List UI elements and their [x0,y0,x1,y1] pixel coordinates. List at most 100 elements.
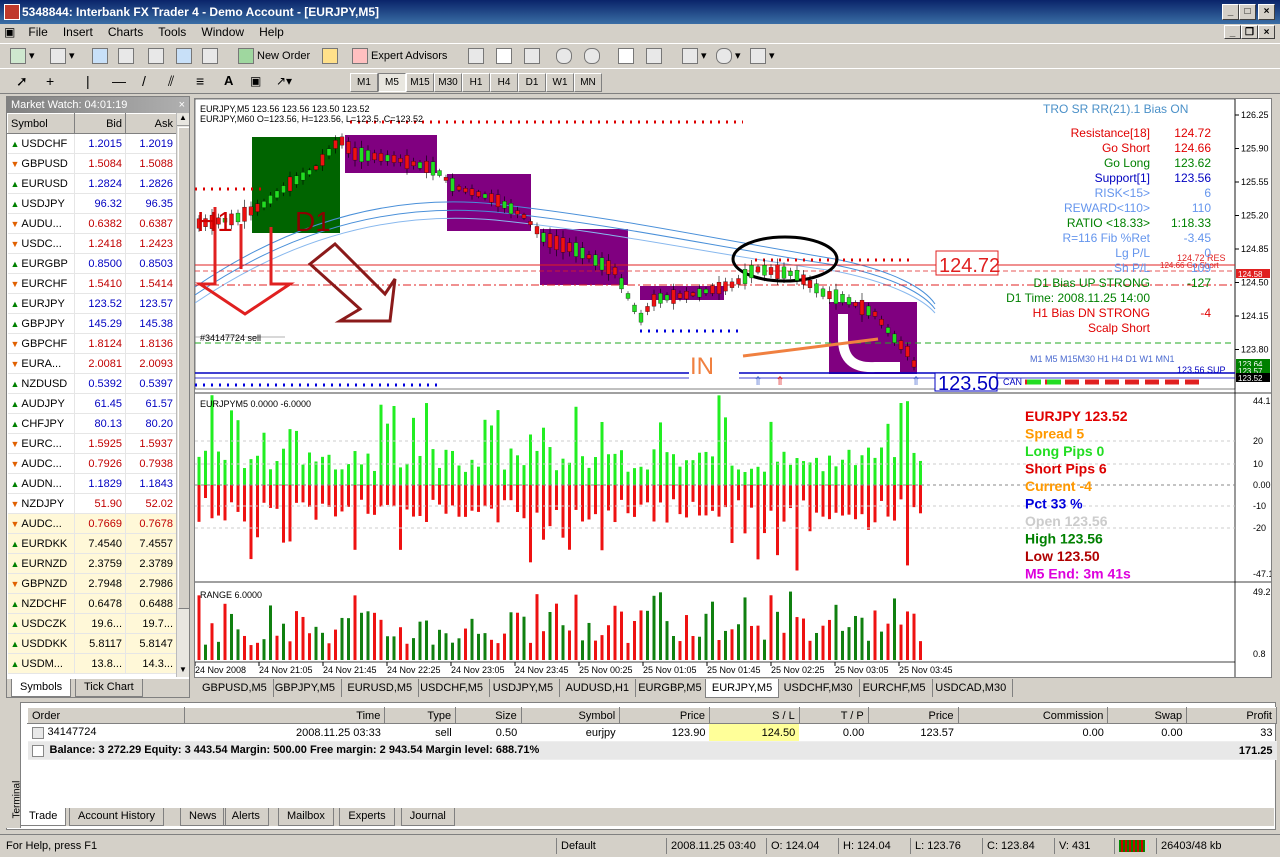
text-label-icon[interactable]: ▣ [250,73,261,89]
market-watch-icon[interactable] [92,48,111,65]
channel-icon[interactable]: ⫽ [168,73,174,89]
terminal-tab[interactable]: News [180,808,226,826]
expert-advisors-button[interactable]: Expert Advisors [352,48,447,65]
fibonacci-icon[interactable]: ≡ [196,73,204,89]
terminal-tab[interactable]: Mailbox [278,808,334,826]
order-row[interactable]: 34147724 2008.11.25 03:33 sell 0.50 eurj… [27,723,1277,742]
arrows-icon[interactable]: ↗▾ [276,73,292,89]
templates-icon[interactable]: ▾ [750,48,775,65]
market-watch-row[interactable]: ▲ NZDUSD 0.5392 0.5397 [7,373,177,394]
orders-col-header[interactable]: Price [619,707,710,724]
market-watch-row[interactable]: ▲ NZDCHF 0.6478 0.6488 [7,593,177,614]
market-watch-row[interactable]: ▲ CHFJPY 80.13 80.20 [7,413,177,434]
close-icon[interactable]: × [179,97,185,113]
market-watch-row[interactable]: ▲ AUDJPY 61.45 61.57 [7,393,177,414]
terminal-tab[interactable]: Journal [400,808,455,826]
market-watch-row[interactable]: ▲ USDCZK 19.6... 19.7... [7,613,177,634]
data-window-icon[interactable] [118,48,137,65]
chart-tab[interactable]: EURGBP,M5 [632,679,709,697]
market-watch-row[interactable]: ▲ EURDKK 7.4540 7.4557 [7,533,177,554]
chart-tab[interactable]: GBPJPY,M5 [269,679,343,697]
new-order-button[interactable]: New Order [238,48,310,65]
menu-icon[interactable]: ▣ [0,24,19,40]
order-tp[interactable]: 0.00 [799,723,869,742]
market-watch-row[interactable]: ▼ AUDC... 0.7926 0.7938 [7,453,177,474]
tf-m15[interactable]: M15 [406,73,434,92]
market-watch-row[interactable]: ▼ EURC... 1.5925 1.5937 [7,433,177,454]
menu-insert[interactable]: Insert [57,24,99,40]
orders-col-header[interactable]: Type [384,707,457,724]
terminal-tab[interactable]: Alerts [222,808,269,826]
tf-m30[interactable]: M30 [434,73,462,92]
tf-d1[interactable]: D1 [518,73,546,92]
order-sl[interactable]: 124.50 [709,723,800,742]
crosshair-icon[interactable]: + [46,73,54,89]
market-watch-row[interactable]: ▼ USDC... 1.2418 1.2423 [7,233,177,254]
child-restore-button[interactable]: ❐ [1241,25,1258,39]
tf-m1[interactable]: M1 [350,73,378,92]
orders-col-header[interactable]: Profit [1186,707,1277,724]
scroll-thumb[interactable] [178,127,189,609]
market-watch-row[interactable]: ▲ EURNZD 2.3759 2.3789 [7,553,177,574]
market-watch-row[interactable]: ▼ EURCHF 1.5410 1.5414 [7,273,177,294]
market-watch-row[interactable]: ▼ NZDJPY 51.90 52.02 [7,493,177,514]
candlestick-icon[interactable] [496,48,515,65]
orders-col-header[interactable]: Price [867,707,959,724]
tf-h1[interactable]: H1 [462,73,490,92]
scrollbar[interactable]: ▲ ▼ [176,113,189,677]
scroll-up-icon[interactable]: ▲ [177,113,189,126]
market-watch-row[interactable]: ▲ EURJPY 123.52 123.57 [7,293,177,314]
tester-icon[interactable] [202,48,221,65]
new-chart-icon[interactable]: ▾ [10,48,35,65]
maximize-button[interactable]: □ [1239,4,1256,20]
profiles-icon[interactable]: ▾ [50,48,75,65]
menu-file[interactable]: File [22,24,53,40]
market-watch-row[interactable]: ▲ GBPJPY 145.29 145.38 [7,313,177,334]
vertical-line-icon[interactable]: | [86,73,90,89]
periods-icon[interactable]: ▾ [716,48,741,65]
orders-col-header[interactable]: Order [26,707,186,724]
market-watch-row[interactable]: ▼ EURA... 2.0081 2.0093 [7,353,177,374]
trendline-icon[interactable]: / [142,73,146,89]
orders-col-header[interactable]: Commission [957,707,1109,724]
market-watch-row[interactable]: ▲ AUDN... 1.1829 1.1843 [7,473,177,494]
orders-col-header[interactable]: Time [184,707,386,724]
tf-mn[interactable]: MN [574,73,602,92]
tab-tick-chart[interactable]: Tick Chart [75,679,143,697]
market-watch-row[interactable]: ▼ AUDU... 0.6382 0.6387 [7,213,177,234]
tf-h4[interactable]: H4 [490,73,518,92]
col-bid[interactable]: Bid [74,113,126,134]
market-watch-row[interactable]: ▲ USDM... 13.8... 14.3... [7,653,177,674]
minimize-button[interactable]: _ [1222,4,1239,20]
market-watch-row[interactable]: ▼ AUDC... 0.7669 0.7678 [7,513,177,534]
chart-tab[interactable]: USDCHF,M30 [778,679,860,697]
navigator-icon[interactable] [148,48,167,65]
child-minimize-button[interactable]: _ [1224,25,1241,39]
metaeditor-icon[interactable] [322,48,341,65]
market-watch-row[interactable]: ▼ GBPUSD 1.5084 1.5088 [7,153,177,174]
orders-col-header[interactable]: T / P [798,707,869,724]
chart-tab[interactable]: AUDUSD,H1 [560,679,637,697]
chart-tab[interactable]: USDCAD,M30 [929,679,1014,697]
menu-charts[interactable]: Charts [102,24,149,40]
indicators-icon[interactable]: ▾ [682,48,707,65]
chart-tab[interactable]: EURCHF,M5 [857,679,933,697]
chart-tab[interactable]: EURJPY,M5 [704,679,780,698]
market-watch-row[interactable]: ▲ EURGBP 0.8500 0.8503 [7,253,177,274]
chart-canvas[interactable]: EURJPY,M5 123.56 123.56 123.50 123.52 EU… [194,98,1279,677]
chart-window[interactable]: EURJPY,M5 123.56 123.56 123.50 123.52 EU… [194,98,1279,678]
zoom-out-icon[interactable] [584,48,603,65]
terminal-icon[interactable] [176,48,195,65]
orders-col-header[interactable]: Swap [1107,707,1188,724]
market-watch-row[interactable]: ▲ USDDKK 5.8117 5.8147 [7,633,177,654]
text-icon[interactable]: A [224,73,233,89]
menu-window[interactable]: Window [195,24,250,40]
menu-tools[interactable]: Tools [152,24,192,40]
cursor-icon[interactable]: ➚ [16,73,28,89]
chart-tab[interactable]: GBPUSD,M5 [196,679,274,697]
line-chart-icon[interactable] [524,48,543,65]
terminal-tab[interactable]: Trade [20,808,67,826]
horizontal-line-icon[interactable]: — [112,73,126,89]
col-symbol[interactable]: Symbol [7,113,75,134]
child-close-button[interactable]: × [1258,25,1275,39]
